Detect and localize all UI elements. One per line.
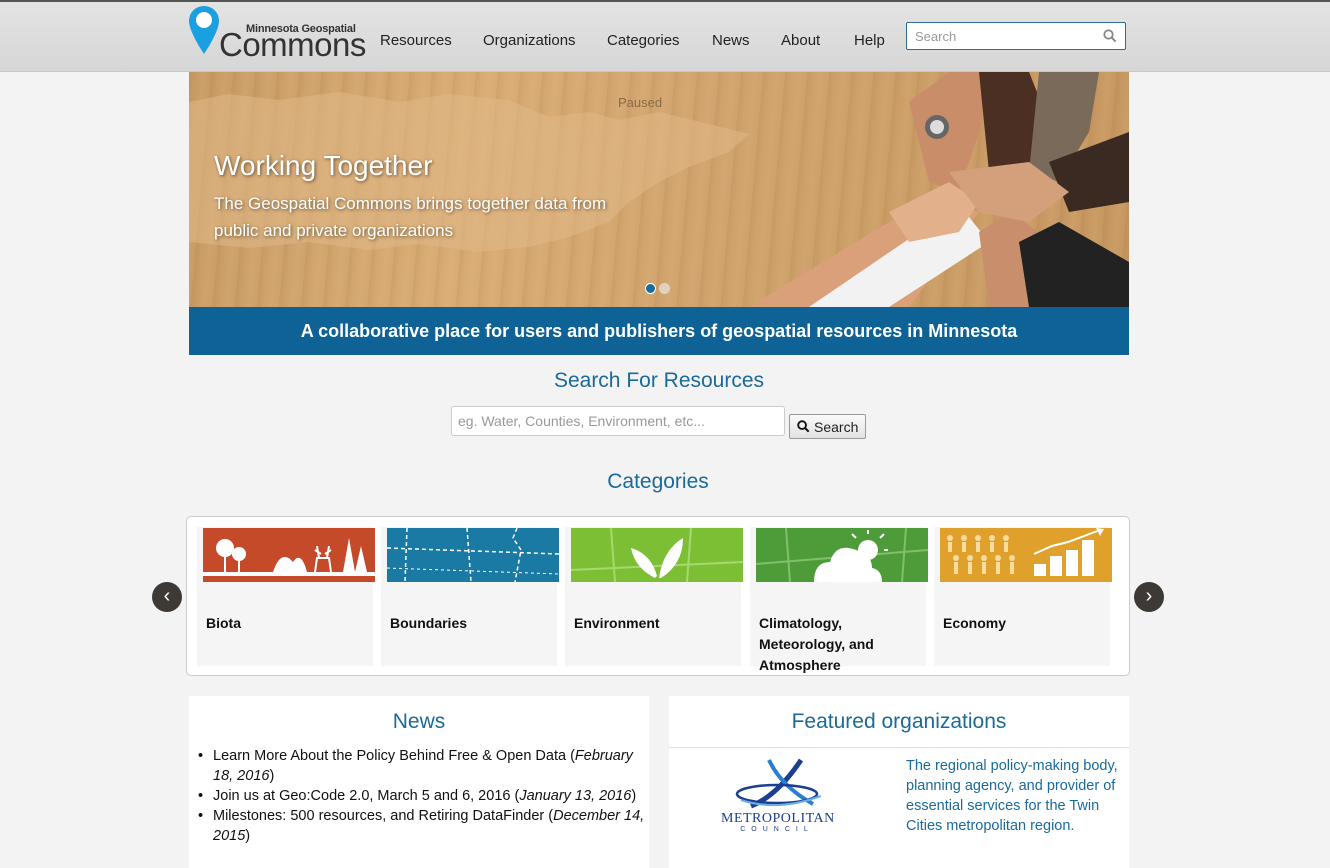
- metropolitan-council-logo[interactable]: METROPOLITAN COUNCIL: [721, 756, 835, 836]
- carousel-status: Paused: [618, 95, 663, 110]
- biota-image: [203, 528, 375, 582]
- hero-carousel[interactable]: Paused Working Together The Geospatial C…: [189, 72, 1129, 307]
- hero-title: Working Together: [214, 150, 433, 181]
- category-card-economy[interactable]: Economy: [934, 527, 1112, 666]
- economy-image: [940, 528, 1112, 582]
- category-card-climatology[interactable]: Climatology, Meteorology, and Atmosphere: [750, 527, 928, 673]
- category-label-environment: Environment: [574, 615, 660, 631]
- news-item-text[interactable]: Learn More About the Policy Behind Free …: [213, 748, 566, 764]
- nav-categories[interactable]: Categories: [607, 32, 680, 49]
- site-logo[interactable]: Minnesota Geospatial Commons: [188, 4, 368, 63]
- nav-news[interactable]: News: [712, 32, 750, 49]
- search-button-label: Search: [814, 419, 859, 435]
- org-description[interactable]: The regional policy-making body, plannin…: [906, 756, 1121, 836]
- news-title: News: [392, 710, 446, 733]
- org-subname: COUNCIL: [740, 826, 814, 833]
- top-navigation-bar: Minnesota Geospatial Commons Resources O…: [0, 0, 1330, 72]
- news-item[interactable]: Join us at Geo:Code 2.0, March 5 and 6, …: [198, 786, 653, 806]
- resource-search-button[interactable]: Search: [789, 414, 866, 439]
- categories-title: Categories: [607, 470, 709, 493]
- environment-image: [571, 528, 743, 582]
- header-search-box: [906, 22, 1126, 50]
- categories-carousel: Biota Boundaries Environment Climatology…: [186, 516, 1130, 676]
- metropolitan-council-emblem: [735, 758, 822, 809]
- category-label-boundaries: Boundaries: [390, 615, 468, 631]
- search-icon: [797, 420, 810, 433]
- featured-organizations-panel: Featured organizations METROPOLITAN COUN…: [669, 696, 1129, 868]
- nav-about[interactable]: About: [781, 32, 820, 49]
- category-label-economy: Economy: [943, 615, 1007, 631]
- news-item[interactable]: Milestones: 500 resources, and Retiring …: [198, 806, 653, 846]
- carousel-indicators: [645, 281, 673, 299]
- map-pin-icon: [189, 6, 219, 54]
- categories-next-arrow[interactable]: ›: [1134, 582, 1164, 612]
- panel-divider: [669, 747, 1129, 748]
- resource-search-input[interactable]: [451, 406, 785, 436]
- category-card-biota[interactable]: Biota: [197, 527, 375, 666]
- search-resources-title: Search For Resources: [553, 369, 765, 392]
- category-card-environment[interactable]: Environment: [565, 527, 743, 666]
- org-name: METROPOLITAN: [721, 811, 835, 826]
- category-label-biota: Biota: [206, 615, 241, 631]
- news-item-date: January 13, 2016: [519, 788, 632, 804]
- search-icon[interactable]: [1103, 29, 1117, 43]
- news-item[interactable]: Learn More About the Policy Behind Free …: [198, 746, 653, 786]
- featured-organizations-title: Featured organizations: [791, 710, 1007, 733]
- logo-title: Commons: [219, 26, 366, 63]
- nav-resources[interactable]: Resources: [380, 32, 452, 49]
- header-search-input[interactable]: [915, 28, 1095, 44]
- category-label-climatology: Climatology, Meteorology, and Atmosphere: [759, 615, 874, 673]
- climatology-image: [756, 528, 928, 582]
- category-card-boundaries[interactable]: Boundaries: [381, 527, 559, 666]
- carousel-dot-1[interactable]: [645, 283, 656, 294]
- news-item-text[interactable]: Join us at Geo:Code 2.0, March 5 and 6, …: [213, 788, 510, 804]
- top-edge-line: [0, 0, 1330, 2]
- site-tagline: A collaborative place for users and publ…: [189, 307, 1129, 355]
- news-panel: News Learn More About the Policy Behind …: [189, 696, 649, 868]
- news-item-text[interactable]: Milestones: 500 resources, and Retiring …: [213, 808, 544, 824]
- carousel-dot-2[interactable]: [659, 283, 670, 294]
- boundaries-image: [387, 528, 559, 582]
- hero-subtitle: The Geospatial Commons brings together d…: [214, 194, 607, 240]
- nav-help[interactable]: Help: [854, 32, 885, 49]
- news-list: Learn More About the Policy Behind Free …: [198, 746, 653, 846]
- categories-prev-arrow[interactable]: ‹: [152, 582, 182, 612]
- nav-organizations[interactable]: Organizations: [483, 32, 576, 49]
